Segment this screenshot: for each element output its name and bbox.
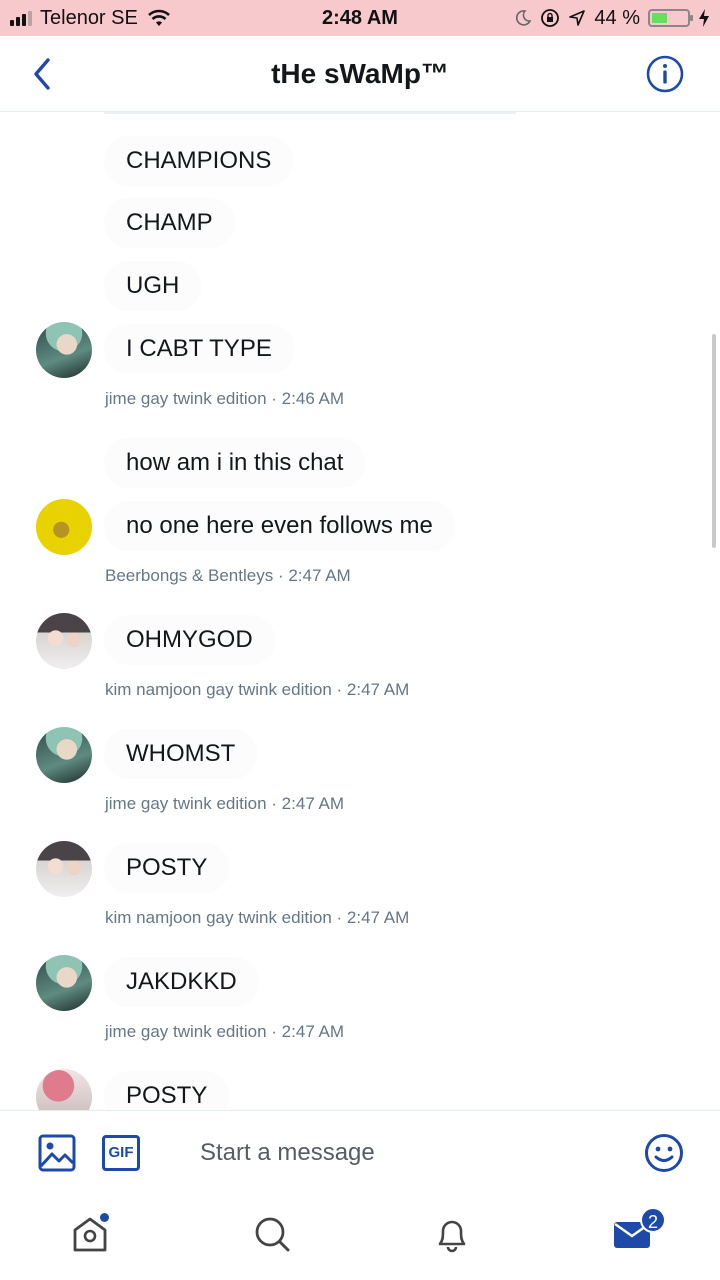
messages-badge: 2 (640, 1207, 666, 1233)
bell-icon[interactable] (432, 1214, 472, 1254)
message-bubble[interactable]: UGH (104, 261, 202, 311)
message-meta: jime gay twink edition · 2:47 AM (105, 1022, 345, 1041)
message-bubble[interactable]: POSTY (104, 1071, 230, 1110)
message-bubble[interactable]: OHMYGOD (104, 615, 275, 665)
avatar[interactable] (36, 1069, 92, 1110)
message-meta: jime gay twink edition · 2:47 AM (105, 794, 345, 813)
search-icon[interactable] (252, 1214, 292, 1254)
message-composer: GIF (0, 1110, 720, 1196)
message-meta: kim namjoon gay twink edition · 2:47 AM (105, 908, 410, 927)
moon-icon (516, 10, 532, 26)
message-input[interactable] (180, 1129, 600, 1177)
message-list[interactable]: CHAMPIONS CHAMP UGH I CABT TYPE jime gay… (0, 112, 720, 1110)
home-notification-dot (100, 1213, 109, 1222)
bubble-top-edge (104, 112, 516, 114)
message-bubble[interactable]: CHAMPIONS (104, 136, 294, 186)
scrollbar[interactable] (712, 334, 716, 548)
image-icon[interactable] (38, 1134, 76, 1172)
message-meta: kim namjoon gay twink edition · 2:47 AM (105, 680, 410, 699)
avatar[interactable] (36, 613, 92, 669)
avatar[interactable] (36, 322, 92, 378)
info-icon[interactable] (646, 55, 684, 93)
tab-bar: 2 (0, 1196, 720, 1280)
location-icon (569, 10, 586, 26)
message-meta: jime gay twink edition · 2:46 AM (105, 389, 345, 408)
message-bubble[interactable]: JAKDKKD (104, 957, 259, 1007)
avatar[interactable] (36, 727, 92, 783)
status-bar: Telenor SE 2:48 AM 44 % (0, 0, 720, 36)
emoji-icon[interactable] (644, 1133, 684, 1173)
gif-button[interactable]: GIF (102, 1135, 140, 1171)
message-bubble[interactable]: CHAMP (104, 198, 235, 248)
charging-icon (699, 9, 709, 27)
message-bubble[interactable]: I CABT TYPE (104, 324, 294, 374)
conversation-title: tHe sWaMp™ (271, 58, 449, 89)
message-bubble[interactable]: no one here even follows me (104, 501, 455, 551)
message-bubble[interactable]: POSTY (104, 843, 230, 893)
avatar[interactable] (36, 841, 92, 897)
battery-icon (648, 9, 693, 27)
avatar[interactable] (36, 955, 92, 1011)
avatar[interactable] (36, 499, 92, 555)
message-bubble[interactable]: WHOMST (104, 729, 258, 779)
battery-percent: 44 % (594, 6, 640, 29)
message-meta: Beerbongs & Bentleys · 2:47 AM (105, 566, 351, 585)
conversation-header: tHe sWaMp™ (0, 36, 720, 112)
rotation-lock-icon (541, 9, 560, 27)
message-bubble[interactable]: how am i in this chat (104, 438, 366, 488)
